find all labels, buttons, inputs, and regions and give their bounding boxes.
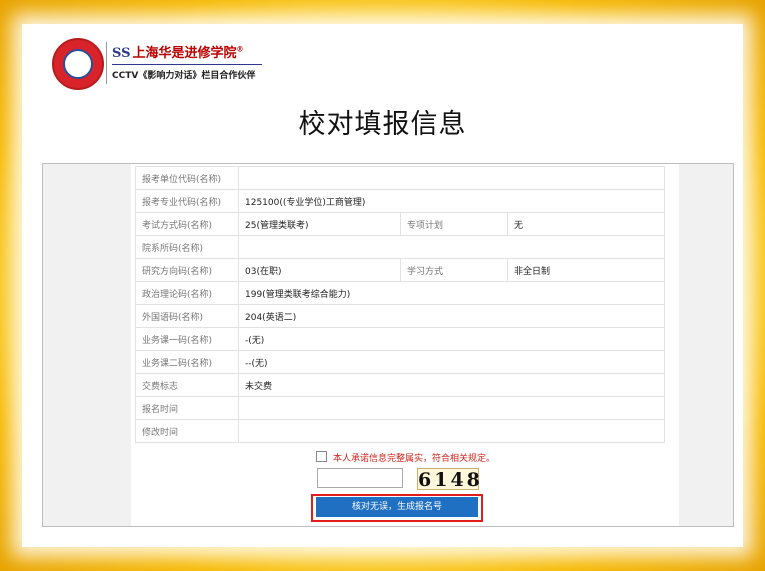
agreement-text: 本人承诺信息完整属实，符合相关规定。: [333, 454, 496, 464]
ss-mark: SS: [112, 46, 131, 61]
row-label: 报考单位代码(名称): [135, 166, 239, 190]
row-label: 外国语码(名称): [135, 304, 239, 328]
row-label-secondary: 专项计划: [400, 212, 508, 236]
captcha-input[interactable]: [317, 468, 403, 488]
row-value: [238, 166, 665, 190]
captcha-image[interactable]: 6148: [417, 468, 480, 491]
table-row: 业务课一码(名称) -(无): [135, 327, 665, 351]
slide-content: SS 上海华是进修学院® CCTV《影响力对话》栏目合作伙伴 校对填报信息 报考单…: [22, 24, 743, 547]
agreement-checkbox[interactable]: [316, 451, 327, 462]
row-value: -(无): [238, 327, 665, 351]
logo-rule: [112, 64, 262, 65]
row-value: 未交费: [238, 373, 665, 397]
row-value: 204(英语二): [238, 304, 665, 328]
row-label: 考试方式码(名称): [135, 212, 239, 236]
table-row: 报考单位代码(名称): [135, 166, 665, 190]
row-value-secondary: 非全日制: [507, 258, 665, 282]
row-label: 政治理论码(名称): [135, 281, 239, 305]
row-label: 交费标志: [135, 373, 239, 397]
row-value: [238, 396, 665, 420]
decorative-frame: SS 上海华是进修学院® CCTV《影响力对话》栏目合作伙伴 校对填报信息 报考单…: [0, 0, 765, 571]
agreement-row: 本人承诺信息完整属实，符合相关规定。: [316, 451, 495, 464]
table-row: 政治理论码(名称) 199(管理类联考综合能力): [135, 281, 665, 305]
table-row: 交费标志 未交费: [135, 373, 665, 397]
row-label: 报考专业代码(名称): [135, 189, 239, 213]
row-value: 125100((专业学位)工商管理): [238, 189, 665, 213]
row-value: --(无): [238, 350, 665, 374]
form-screenshot-panel: 报考单位代码(名称) 报考专业代码(名称) 125100((专业学位)工商管理)…: [42, 163, 734, 527]
table-row: 研究方向码(名称) 03(在职) 学习方式 非全日制: [135, 258, 665, 282]
table-row: 修改时间: [135, 419, 665, 443]
row-label: 修改时间: [135, 419, 239, 443]
row-value: [238, 235, 665, 259]
info-table: 报考单位代码(名称) 报考专业代码(名称) 125100((专业学位)工商管理)…: [135, 166, 665, 443]
table-row: 考试方式码(名称) 25(管理类联考) 专项计划 无: [135, 212, 665, 236]
row-value: [238, 419, 665, 443]
row-label: 报名时间: [135, 396, 239, 420]
seal-icon: [52, 38, 104, 90]
row-value: 03(在职): [238, 258, 401, 282]
school-name-text: 上海华是进修学院: [132, 46, 237, 61]
row-value: 199(管理类联考综合能力): [238, 281, 665, 305]
page-title: 校对填报信息: [298, 109, 467, 140]
table-row: 报名时间: [135, 396, 665, 420]
school-name: SS 上海华是进修学院®: [112, 42, 244, 61]
row-value: 25(管理类联考): [238, 212, 401, 236]
table-row: 报考专业代码(名称) 125100((专业学位)工商管理): [135, 189, 665, 213]
registered-mark: ®: [236, 44, 244, 54]
table-row: 业务课二码(名称) --(无): [135, 350, 665, 374]
row-label: 业务课二码(名称): [135, 350, 239, 374]
row-label: 院系所码(名称): [135, 235, 239, 259]
table-row: 院系所码(名称): [135, 235, 665, 259]
row-label: 业务课一码(名称): [135, 327, 239, 351]
school-logo: SS 上海华是进修学院® CCTV《影响力对话》栏目合作伙伴: [52, 38, 262, 90]
table-row: 外国语码(名称) 204(英语二): [135, 304, 665, 328]
row-label-secondary: 学习方式: [400, 258, 508, 282]
form-area: 报考单位代码(名称) 报考专业代码(名称) 125100((专业学位)工商管理)…: [131, 164, 679, 526]
row-value-secondary: 无: [507, 212, 665, 236]
row-label: 研究方向码(名称): [135, 258, 239, 282]
logo-divider: [106, 42, 107, 84]
submit-button[interactable]: 核对无误，生成报名号: [316, 497, 478, 517]
partner-line: CCTV《影响力对话》栏目合作伙伴: [112, 71, 256, 81]
